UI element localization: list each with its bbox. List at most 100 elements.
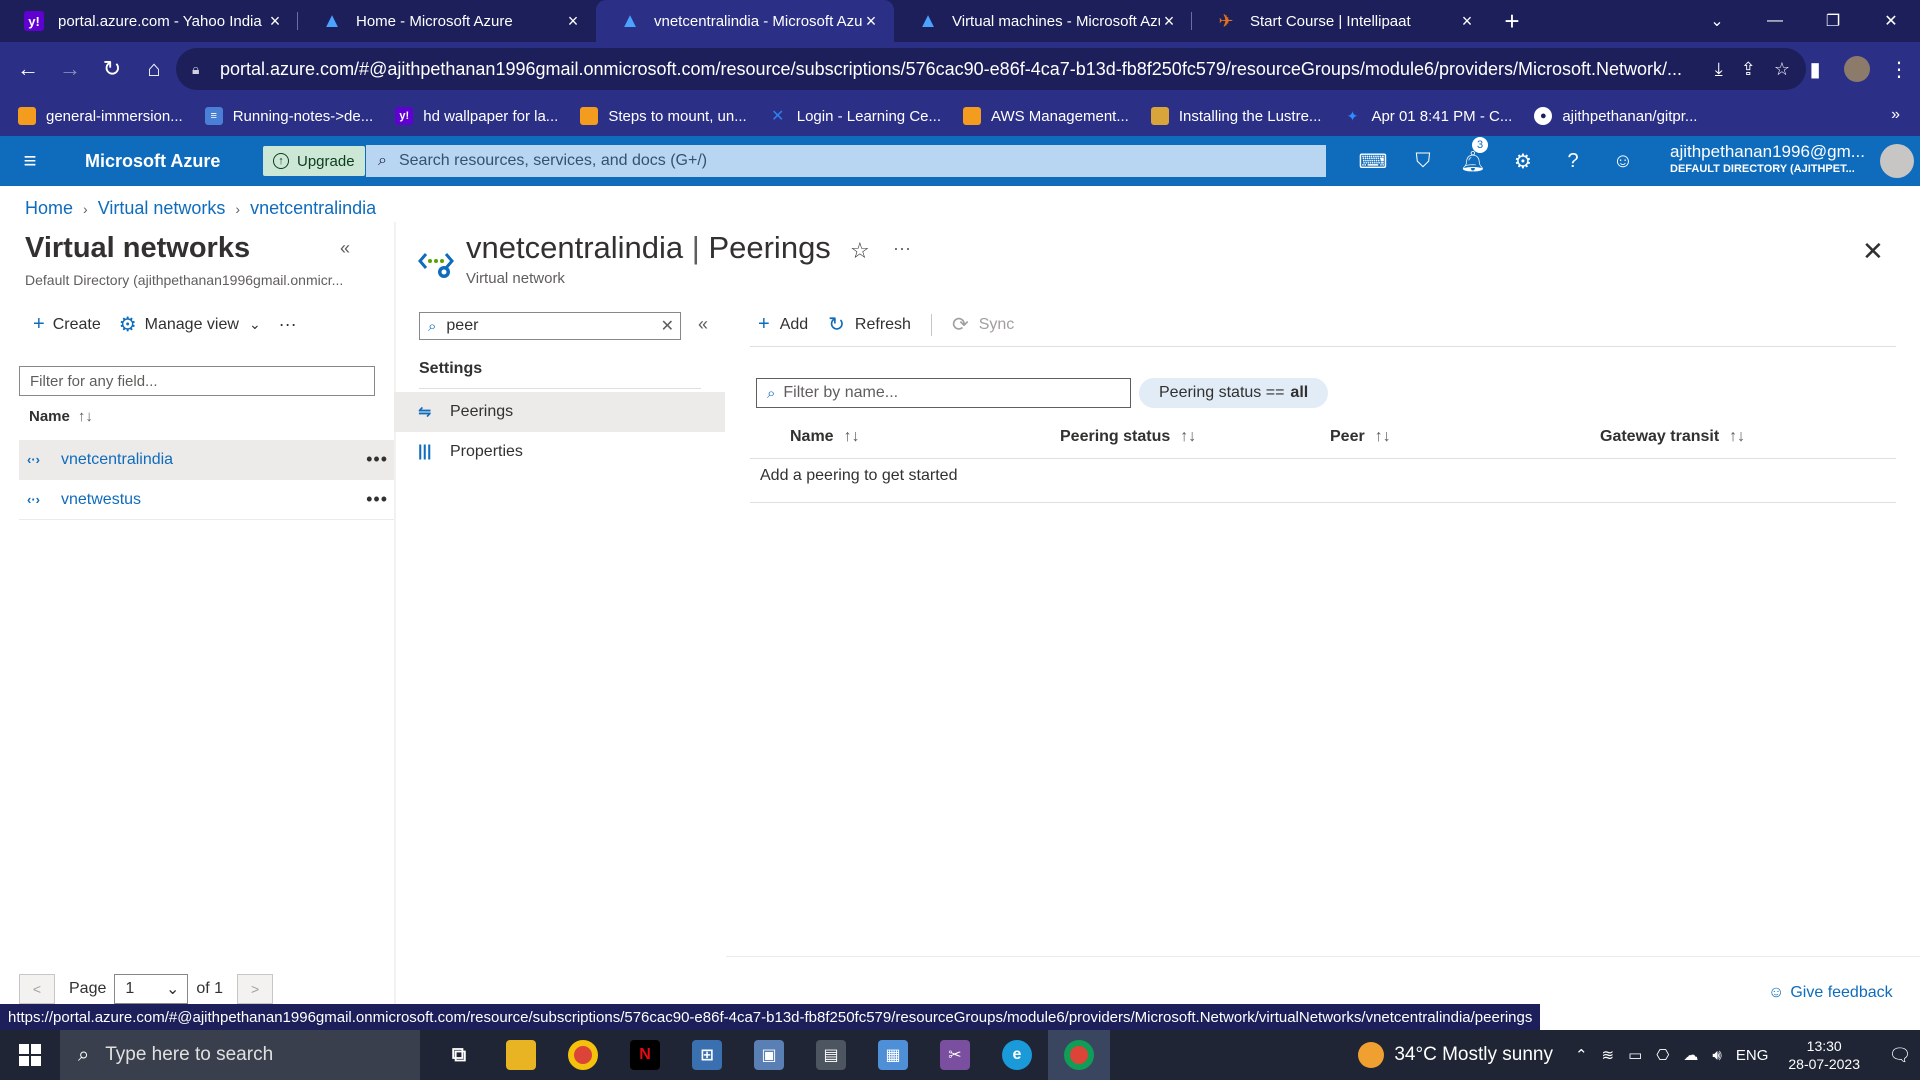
side-panel-icon[interactable]: ▮	[1794, 57, 1836, 82]
chevron-up-icon[interactable]: ⌃	[1575, 1046, 1588, 1064]
column-header-gateway-transit[interactable]: Gateway transit ↑↓	[1600, 428, 1745, 446]
onedrive-icon[interactable]: ☁	[1683, 1046, 1698, 1064]
tab-search-icon[interactable]: ⌄	[1688, 0, 1746, 42]
page-select[interactable]: 1 ⌄	[114, 974, 189, 1004]
filter-input[interactable]: Filter for any field...	[19, 366, 375, 396]
browser-tab[interactable]: ✈ Start Course | Intellipaat ×	[1192, 0, 1490, 42]
user-avatar[interactable]	[1880, 144, 1914, 178]
battery-icon[interactable]: ▭	[1628, 1046, 1642, 1064]
weather-widget[interactable]: 34°C Mostly sunny	[1358, 1042, 1553, 1068]
bookmark-item[interactable]: Steps to mount, un...	[580, 107, 747, 125]
more-bookmarks-icon[interactable]: »	[1891, 106, 1900, 124]
minimize-button[interactable]: —	[1746, 0, 1804, 42]
manage-view-button[interactable]: ⚙ Manage view ⌄	[119, 312, 261, 337]
start-button[interactable]	[0, 1044, 60, 1066]
account-menu[interactable]: ajithpethanan1996@gm... DEFAULT DIRECTOR…	[1670, 142, 1865, 175]
menu-item-properties[interactable]: ||| Properties	[394, 432, 725, 472]
meet-icon[interactable]: ⎔	[1656, 1046, 1669, 1064]
next-page-button[interactable]: >	[237, 974, 274, 1004]
directory-filter-icon[interactable]: ⛉	[1398, 150, 1448, 173]
list-item[interactable]: ‹·› vnetwestus •••	[19, 480, 394, 520]
row-more-icon[interactable]: •••	[366, 489, 388, 510]
help-icon[interactable]: ?	[1548, 150, 1598, 173]
global-search-input[interactable]: ⌕ Search resources, services, and docs (…	[366, 145, 1326, 177]
store-icon[interactable]: ▦	[862, 1030, 924, 1080]
bookmark-item[interactable]: ✦ Apr 01 8:41 PM - C...	[1343, 107, 1513, 125]
create-button[interactable]: + Create	[33, 313, 101, 336]
menu-item-peerings[interactable]: ⇋ Peerings	[394, 392, 725, 432]
clear-search-icon[interactable]: ✕	[661, 316, 674, 336]
home-button[interactable]: ⌂	[134, 49, 174, 89]
volume-icon[interactable]: 🔊︎	[1712, 1047, 1721, 1064]
language-indicator[interactable]: ENG	[1736, 1047, 1769, 1064]
peering-status-filter-pill[interactable]: Peering status == all	[1139, 378, 1329, 408]
bookmark-item[interactable]: ✕ Login - Learning Ce...	[769, 107, 941, 126]
refresh-button[interactable]: ↻ Refresh	[828, 312, 911, 337]
close-tab-icon[interactable]: ×	[862, 11, 880, 32]
notification-center-icon[interactable]: 🗨︎	[1880, 1045, 1920, 1066]
chrome-profile-icon[interactable]	[1048, 1030, 1110, 1080]
previous-page-button[interactable]: <	[19, 974, 55, 1004]
taskbar-search-input[interactable]: ⌕ Type here to search	[60, 1030, 420, 1080]
more-options-icon[interactable]: ···	[893, 238, 911, 259]
row-more-icon[interactable]: •••	[366, 449, 388, 470]
install-icon[interactable]: ⤓	[1715, 59, 1723, 80]
bookmark-item[interactable]: ≡ Running-notes->de...	[204, 107, 373, 125]
wifi-icon[interactable]: ≋	[1602, 1046, 1615, 1064]
task-view-icon[interactable]: ⧉	[428, 1030, 490, 1080]
breadcrumb-vnet[interactable]: vnetcentralindia	[250, 198, 376, 219]
close-tab-icon[interactable]: ×	[266, 11, 284, 32]
url-field[interactable]: 🔒︎ portal.azure.com/#@ajithpethanan1996g…	[176, 48, 1806, 90]
browser-menu-icon[interactable]: ⋮	[1878, 57, 1920, 82]
give-feedback-link[interactable]: ☺ Give feedback	[1768, 984, 1893, 1002]
browser-tab[interactable]: ▲ Virtual machines - Microsoft Azure ×	[894, 0, 1192, 42]
notifications-bell-icon[interactable]: 🔔︎ 3	[1448, 136, 1498, 174]
close-window-button[interactable]: ✕	[1862, 0, 1920, 42]
browser-tab[interactable]: y! portal.azure.com - Yahoo India Se ×	[0, 0, 298, 42]
sync-button[interactable]: ⟳ Sync	[952, 312, 1014, 337]
close-blade-icon[interactable]: ✕	[1862, 236, 1884, 267]
forward-button[interactable]: →	[50, 49, 90, 89]
reload-button[interactable]: ↻	[92, 49, 132, 89]
cloud-shell-icon[interactable]: ⌨	[1348, 149, 1398, 174]
filter-by-name-input[interactable]: ⌕ Filter by name...	[756, 378, 1131, 408]
column-header-peering-status[interactable]: Peering status ↑↓	[1060, 428, 1196, 446]
vm-app-icon[interactable]: ▤	[800, 1030, 862, 1080]
close-tab-icon[interactable]: ×	[1458, 11, 1476, 32]
bookmark-item[interactable]: AWS Management...	[963, 107, 1129, 125]
bookmark-item[interactable]: Installing the Lustre...	[1150, 107, 1321, 125]
portal-menu-icon[interactable]: ≡	[0, 148, 60, 174]
profile-avatar[interactable]	[1844, 56, 1870, 82]
collapse-menu-icon[interactable]: «	[698, 314, 708, 335]
collapse-blade-icon[interactable]: «	[340, 238, 350, 259]
azure-brand[interactable]: Microsoft Azure	[85, 151, 255, 172]
list-item[interactable]: ‹·› vnetcentralindia •••	[19, 440, 394, 480]
chrome-icon[interactable]	[552, 1030, 614, 1080]
column-header-peer[interactable]: Peer ↑↓	[1330, 428, 1391, 446]
remote-desktop-icon[interactable]: ▣	[738, 1030, 800, 1080]
bookmark-item[interactable]: y! hd wallpaper for la...	[395, 107, 558, 125]
network-app-icon[interactable]: ⊞	[676, 1030, 738, 1080]
netflix-icon[interactable]: N	[614, 1030, 676, 1080]
browser-tab-active[interactable]: ▲ vnetcentralindia - Microsoft Azure ×	[596, 0, 894, 42]
upgrade-button[interactable]: ↑ Upgrade	[263, 146, 365, 176]
clock[interactable]: 13:30 28-07-2023	[1788, 1037, 1860, 1073]
column-header-name[interactable]: Name ↑↓	[29, 408, 93, 425]
bookmark-item[interactable]: general-immersion...	[18, 107, 183, 125]
back-button[interactable]: ←	[8, 49, 48, 89]
close-tab-icon[interactable]: ×	[1160, 11, 1178, 32]
browser-tab[interactable]: ▲ Home - Microsoft Azure ×	[298, 0, 596, 42]
more-commands-icon[interactable]: ···	[279, 314, 297, 335]
breadcrumb-virtual-networks[interactable]: Virtual networks	[98, 198, 226, 219]
new-tab-button[interactable]: +	[1490, 0, 1534, 42]
bookmark-star-icon[interactable]: ☆	[1774, 59, 1790, 80]
add-button[interactable]: + Add	[758, 313, 808, 336]
share-icon[interactable]: ⇪	[1741, 59, 1756, 80]
feedback-icon[interactable]: ☺	[1598, 150, 1648, 173]
column-header-name[interactable]: Name ↑↓	[790, 428, 860, 446]
close-tab-icon[interactable]: ×	[564, 11, 582, 32]
snipping-icon[interactable]: ✂	[924, 1030, 986, 1080]
edge-icon[interactable]: e	[986, 1030, 1048, 1080]
favorite-star-icon[interactable]: ☆	[850, 238, 870, 264]
settings-gear-icon[interactable]: ⚙	[1498, 149, 1548, 174]
